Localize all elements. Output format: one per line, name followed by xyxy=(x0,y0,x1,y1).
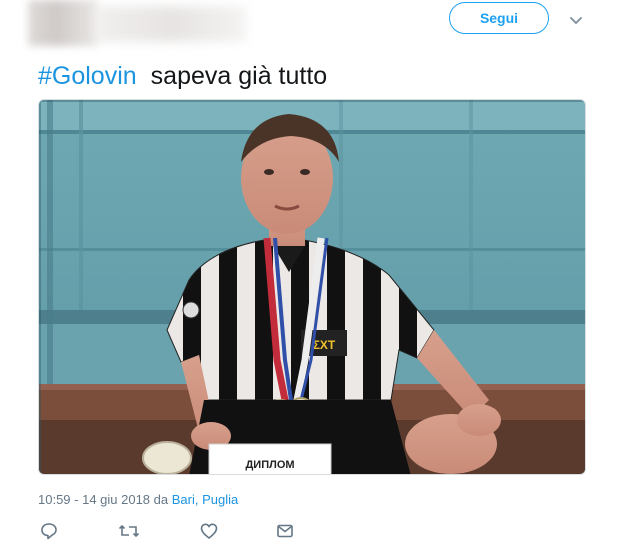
chevron-down-icon[interactable] xyxy=(566,10,586,30)
retweet-icon xyxy=(119,524,139,538)
hashtag-link[interactable]: #Golovin xyxy=(38,62,137,90)
follow-button[interactable]: Segui xyxy=(449,2,549,34)
tweet-metadata: 10:59 - 14 giu 2018 da Bari, Puglia xyxy=(38,492,238,507)
diploma-text: ДИПЛОМ xyxy=(245,459,294,471)
follow-button-label: Segui xyxy=(479,10,519,26)
tweet-body-text: sapeva già tutto xyxy=(150,62,328,90)
avatar[interactable] xyxy=(28,0,98,46)
tweet-timestamp[interactable]: 10:59 - 14 giu 2018 xyxy=(38,492,150,507)
envelope-icon xyxy=(277,524,293,538)
like-button[interactable] xyxy=(198,520,220,542)
tweet-actions xyxy=(38,520,338,544)
tweet-card: Segui #Golovin sapeva già tutto ΣΧΤ ДИПЛ… xyxy=(0,0,622,550)
retweet-button[interactable] xyxy=(118,520,140,542)
from-label: da xyxy=(153,492,169,507)
direct-message-button[interactable] xyxy=(274,520,296,542)
location-link[interactable]: Bari, Puglia xyxy=(172,492,238,507)
tweet-photo[interactable]: ΣΧΤ ДИПЛОМ xyxy=(38,99,586,475)
tweet-text: #Golovin sapeva già tutto xyxy=(38,62,327,91)
reply-icon xyxy=(41,523,57,540)
sponsor-text: ΣΧΤ xyxy=(313,338,336,352)
reply-button[interactable] xyxy=(38,520,60,542)
author-name-blurred[interactable] xyxy=(96,6,246,42)
heart-icon xyxy=(200,523,218,539)
